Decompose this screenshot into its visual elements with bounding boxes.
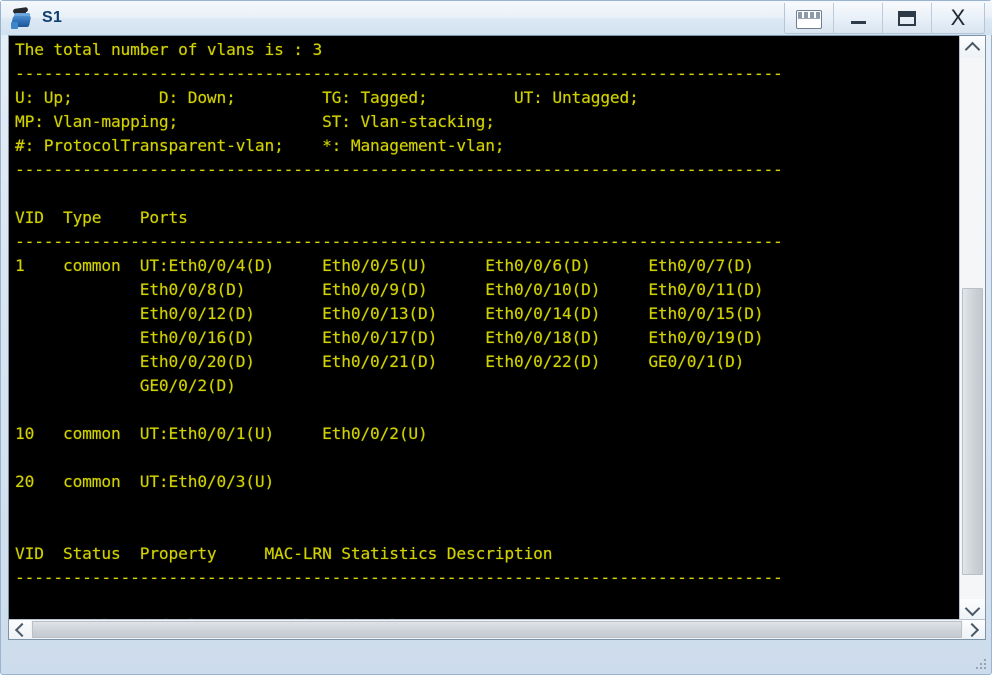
keyboard-icon: [796, 9, 822, 29]
minimize-icon: [850, 21, 866, 24]
maximize-icon: [898, 10, 916, 26]
keyboard-button[interactable]: [785, 3, 834, 33]
terminal-output: The total number of vlans is : 3 -------…: [15, 40, 783, 621]
network-switch-icon: [9, 5, 35, 31]
scroll-up-button[interactable]: [960, 36, 985, 58]
window-controls: X: [784, 3, 985, 34]
scroll-down-button[interactable]: [960, 599, 985, 621]
minimize-button[interactable]: [834, 3, 883, 33]
chevron-right-icon: [964, 622, 980, 637]
terminal-window: S1 X The total number of vlans is : 3 --…: [0, 0, 992, 675]
resize-grip[interactable]: [975, 658, 988, 671]
horizontal-scrollbar[interactable]: [9, 619, 985, 639]
horizontal-scroll-thumb[interactable]: [32, 621, 962, 638]
terminal-screen[interactable]: The total number of vlans is : 3 -------…: [9, 36, 959, 621]
vertical-scrollbar[interactable]: [959, 36, 985, 621]
maximize-button[interactable]: [883, 3, 932, 33]
close-icon: X: [950, 5, 966, 30]
vertical-scroll-thumb[interactable]: [962, 288, 983, 575]
chevron-down-icon: [964, 600, 981, 616]
close-button[interactable]: X: [932, 3, 984, 33]
terminal-panel: The total number of vlans is : 3 -------…: [8, 35, 986, 640]
chevron-up-icon: [964, 41, 981, 57]
scroll-left-button[interactable]: [9, 620, 31, 639]
scroll-right-button[interactable]: [963, 620, 985, 639]
title-bar[interactable]: S1 X: [1, 1, 992, 35]
window-title: S1: [42, 9, 63, 26]
chevron-left-icon: [14, 622, 30, 637]
